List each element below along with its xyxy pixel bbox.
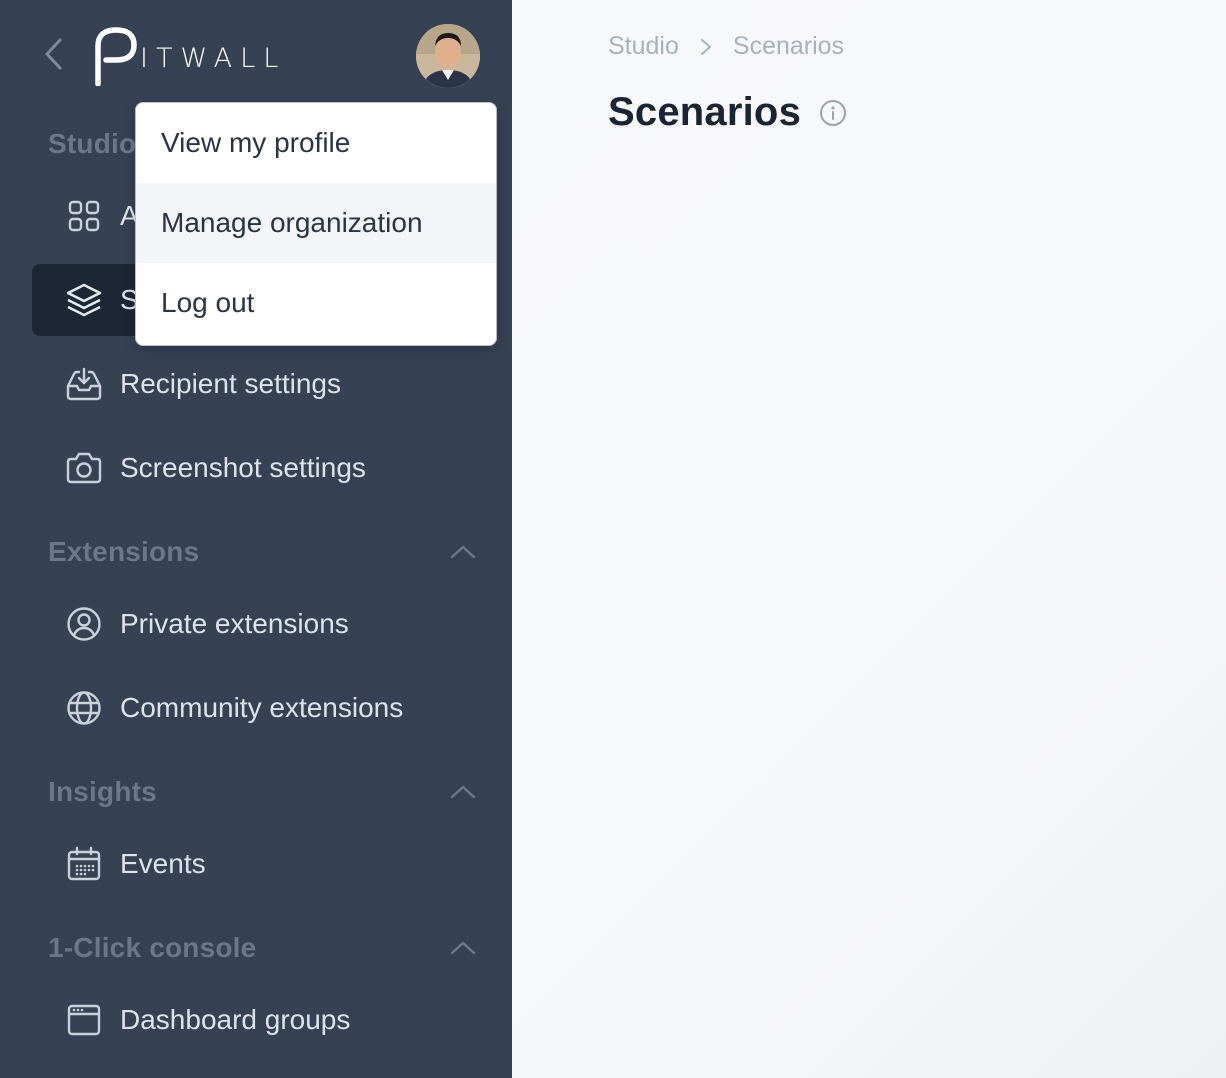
section-studio-label: Studio xyxy=(48,128,137,159)
sidebar-item-recipient-settings[interactable]: Recipient settings xyxy=(32,348,484,420)
calendar-icon xyxy=(64,844,104,884)
page-title-row: Scenarios xyxy=(608,90,847,135)
breadcrumb-studio[interactable]: Studio xyxy=(608,32,679,61)
inbox-download-icon xyxy=(64,364,104,404)
logo-p-mark xyxy=(95,27,137,86)
sidebar-item-label: Events xyxy=(120,848,206,879)
pitwall-logo[interactable]: ITWALL xyxy=(94,26,286,86)
menu-item-manage-organization[interactable]: Manage organization xyxy=(136,183,496,263)
section-insights-label: Insights xyxy=(48,776,157,807)
chevron-up-icon[interactable] xyxy=(448,542,478,562)
sidebar-item-dashboard-groups[interactable]: Dashboard groups xyxy=(32,984,484,1056)
globe-icon xyxy=(64,688,104,728)
section-extensions: Extensions xyxy=(48,532,478,572)
user-menu-dropdown: View my profile Manage organization Log … xyxy=(135,102,497,346)
info-icon[interactable] xyxy=(819,99,847,127)
section-1-click-console: 1-Click console xyxy=(48,928,478,968)
user-avatar[interactable] xyxy=(416,24,480,88)
main-content: Studio Scenarios Scenarios xyxy=(512,0,1226,1078)
layers-icon xyxy=(64,280,104,320)
section-insights: Insights xyxy=(48,772,478,812)
sidebar-item-label: Dashboard groups xyxy=(120,1004,351,1035)
breadcrumb: Studio Scenarios xyxy=(608,32,844,61)
section-console-label: 1-Click console xyxy=(48,932,257,963)
logo-text: ITWALL xyxy=(140,43,287,74)
sidebar-item-events[interactable]: Events xyxy=(32,828,484,900)
sidebar-item-screenshot-settings[interactable]: Screenshot settings xyxy=(32,432,484,504)
sidebar-item-private-extensions[interactable]: Private extensions xyxy=(32,588,484,660)
chevron-up-icon[interactable] xyxy=(448,782,478,802)
chevron-right-icon xyxy=(693,34,719,60)
sidebar-item-label: Private extensions xyxy=(120,608,349,639)
avatar-photo xyxy=(416,24,480,88)
sidebar-item-label: Screenshot settings xyxy=(120,452,366,483)
page-title: Scenarios xyxy=(608,90,802,134)
grid-icon xyxy=(64,196,104,236)
sidebar-item-label: Community extensions xyxy=(120,692,404,723)
sidebar-item-label: Recipient settings xyxy=(120,368,342,399)
browser-window-icon xyxy=(64,1000,104,1040)
back-button[interactable] xyxy=(38,38,68,74)
chevron-left-icon xyxy=(42,37,64,76)
section-extensions-label: Extensions xyxy=(48,536,200,567)
menu-item-log-out[interactable]: Log out xyxy=(136,263,496,343)
chevron-up-icon[interactable] xyxy=(448,938,478,958)
camera-icon xyxy=(64,448,104,488)
menu-item-view-profile[interactable]: View my profile xyxy=(136,103,496,183)
sidebar-item-community-extensions[interactable]: Community extensions xyxy=(32,672,484,744)
breadcrumb-scenarios[interactable]: Scenarios xyxy=(733,32,844,61)
user-circle-icon xyxy=(64,604,104,644)
